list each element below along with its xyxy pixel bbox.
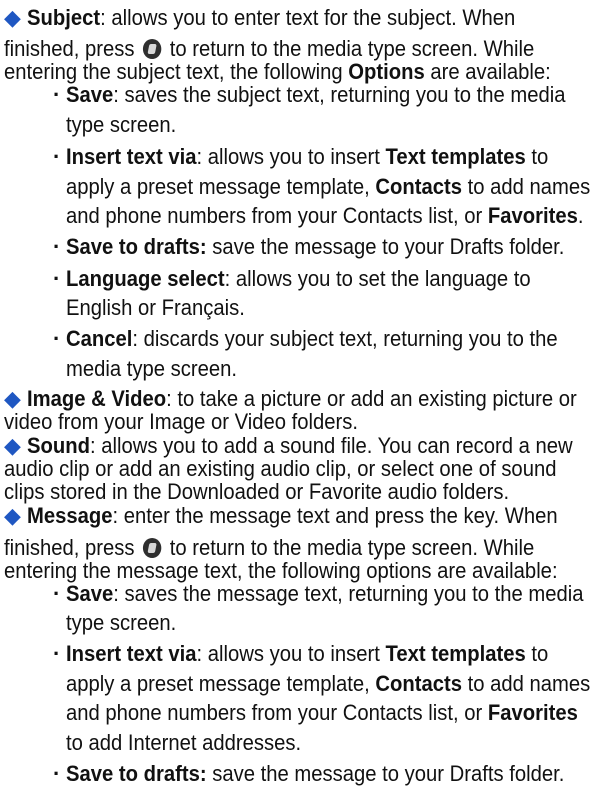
subject-opt-cancel-2: media type screen.: [66, 355, 238, 381]
diamond-bullet-icon: ◆: [4, 386, 21, 412]
image-line-2: video from your Image or Video folders.: [4, 409, 359, 435]
bullet-dot: ·: [53, 761, 61, 786]
subject-opt-insert-3: and phone numbers from your Contacts lis…: [66, 203, 584, 228]
message-opt-insert-2: apply a preset message template, Contact…: [66, 670, 591, 696]
subject-line-3: entering the subject text, the following…: [4, 59, 551, 85]
subject-opt-language: Language select: allows you to set the l…: [66, 265, 531, 291]
message-opt-insert-4: to add Internet addresses.: [66, 729, 302, 755]
message-opt-insert: Insert text via: allows you to insert Te…: [66, 641, 549, 667]
bullet-dot: ·: [53, 82, 61, 108]
message-opt-save-2: type screen.: [66, 610, 177, 635]
subject-line-2: finished, press to return to the media t…: [4, 36, 535, 62]
subject-opt-drafts: Save to drafts: save the message to your…: [66, 234, 565, 260]
bullet-dot: ·: [53, 265, 61, 291]
softkey-icon: [142, 39, 162, 60]
sound-line-3: clips stored in the Downloaded or Favori…: [4, 479, 510, 505]
bullet-dot: ·: [53, 580, 61, 606]
bullet-dot: ·: [53, 641, 61, 667]
message-opt-insert-3: and phone numbers from your Contacts lis…: [66, 700, 578, 726]
subject-opt-cancel: Cancel: discards your subject text, retu…: [66, 326, 558, 352]
subject-opt-language-2: English or Français.: [66, 295, 245, 321]
message-line-1: Message: enter the message text and pres…: [27, 503, 558, 529]
sound-line-2: audio clip or add an existing audio clip…: [4, 456, 557, 482]
image-line-1: Image & Video: to take a picture or add …: [27, 386, 577, 412]
diamond-bullet-icon: ◆: [4, 5, 21, 30]
subject-opt-save: Save: saves the subject text, returning …: [66, 82, 566, 108]
subject-title: Subject: [27, 5, 101, 30]
bullet-dot: ·: [53, 144, 61, 169]
diamond-bullet-icon: ◆: [4, 433, 21, 459]
diamond-bullet-icon: ◆: [4, 503, 21, 529]
subject-opt-insert-2: apply a preset message template, Contact…: [66, 173, 591, 199]
message-line-2: finished, press to return to the media t…: [4, 534, 535, 560]
subject-opt-insert: Insert text via: allows you to insert Te…: [66, 144, 549, 169]
sound-line-1: Sound: allows you to add a sound file. Y…: [27, 433, 573, 459]
subject-line-1: Subject: allows you to enter text for th…: [27, 5, 516, 30]
message-line-3: entering the message text, the following…: [4, 557, 558, 583]
message-opt-save: Save: saves the message text, returning …: [66, 580, 584, 606]
bullet-dot: ·: [53, 326, 61, 352]
bullet-dot: ·: [53, 234, 61, 260]
manual-page: ◆ Subject: allows you to enter text for …: [0, 0, 615, 791]
message-opt-drafts: Save to drafts: save the message to your…: [66, 761, 565, 786]
softkey-icon: [142, 537, 162, 558]
subject-opt-save-2: type screen.: [66, 111, 177, 137]
